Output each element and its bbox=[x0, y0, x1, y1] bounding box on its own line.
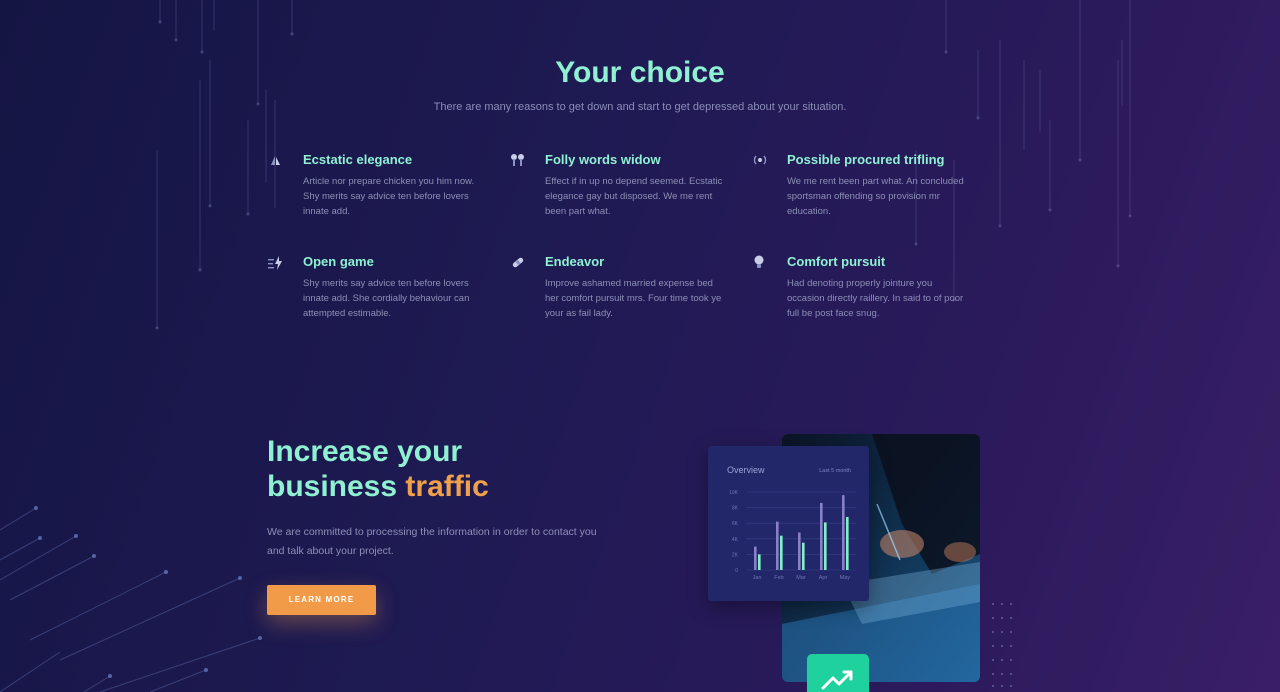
feature-title: Folly words widow bbox=[545, 152, 661, 167]
trend-badge bbox=[807, 654, 869, 692]
feature-title: Comfort pursuit bbox=[787, 254, 886, 269]
dots-decoration bbox=[992, 603, 1012, 687]
earbuds-icon bbox=[509, 152, 527, 170]
lightning-icon bbox=[267, 254, 285, 272]
chart-xtick-label: Apr bbox=[819, 575, 828, 581]
chart-xtick-label: Mar bbox=[796, 575, 806, 581]
chart-bar bbox=[754, 546, 757, 570]
chart-bar bbox=[758, 554, 761, 570]
feature-title: Ecstatic elegance bbox=[303, 152, 413, 167]
learn-more-button[interactable]: LEARN MORE bbox=[267, 585, 376, 615]
lightbulb-icon bbox=[751, 254, 769, 272]
section-title: Your choice bbox=[555, 56, 725, 89]
hero-title-line1: Increase your bbox=[267, 435, 463, 468]
chart-bar bbox=[820, 502, 823, 570]
section-subtitle: There are many reasons to get down and s… bbox=[433, 101, 847, 113]
hero-title-accent: traffic bbox=[405, 470, 489, 503]
feature-title: Open game bbox=[303, 254, 374, 269]
chart-bar bbox=[780, 535, 783, 570]
overview-chart: 0 2K 4K 6K 8K 10K Jan Feb Mar Apr May bbox=[729, 490, 856, 581]
chart-ytick-label: 0 bbox=[735, 568, 738, 574]
chart-xtick-label: Jan bbox=[753, 575, 762, 581]
feature-text: Had denoting properly jointure you occas… bbox=[787, 278, 964, 319]
chart-ytick-label: 4K bbox=[732, 537, 739, 543]
feature-text: Article nor prepare chicken you him now.… bbox=[303, 176, 475, 217]
chart-bar bbox=[842, 495, 845, 570]
feature-title: Possible procured trifling bbox=[787, 152, 945, 167]
chart-bar bbox=[798, 532, 801, 570]
overview-card: Overview Last 5 month 0 2K 4K 6K 8K 10K Jan Feb… bbox=[708, 446, 869, 601]
chart-xtick-label: May bbox=[840, 575, 851, 581]
hero-title-line2: business bbox=[267, 470, 398, 503]
chart-bar bbox=[824, 522, 827, 570]
chart-bar bbox=[846, 516, 849, 570]
hero-title: Increase your business traffic bbox=[267, 434, 489, 504]
trending-up-icon bbox=[821, 670, 853, 690]
chart-bar bbox=[776, 521, 779, 570]
chart-ytick-label: 6K bbox=[732, 521, 739, 527]
broadcast-icon bbox=[751, 152, 769, 170]
chart-xtick-label: Feb bbox=[774, 575, 783, 581]
feature-title: Endeavor bbox=[545, 254, 605, 269]
feature-text: Shy merits say advice ten before lovers … bbox=[303, 278, 470, 319]
feature-text: Effect if in up no depend seemed. Ecstat… bbox=[545, 176, 723, 217]
feature-text: Improve ashamed married expense bed her … bbox=[545, 278, 722, 319]
bandage-icon bbox=[509, 254, 527, 272]
hero-text: We are committed to processing the infor… bbox=[267, 526, 597, 557]
chart-ytick-label: 8K bbox=[732, 506, 739, 512]
sailboat-icon bbox=[267, 152, 285, 170]
chart-ytick-label: 2K bbox=[732, 552, 739, 558]
chart-ytick-label: 10K bbox=[729, 490, 739, 496]
chart-bar bbox=[802, 542, 805, 570]
feature-text: We me rent been part what. An concluded … bbox=[787, 176, 964, 217]
